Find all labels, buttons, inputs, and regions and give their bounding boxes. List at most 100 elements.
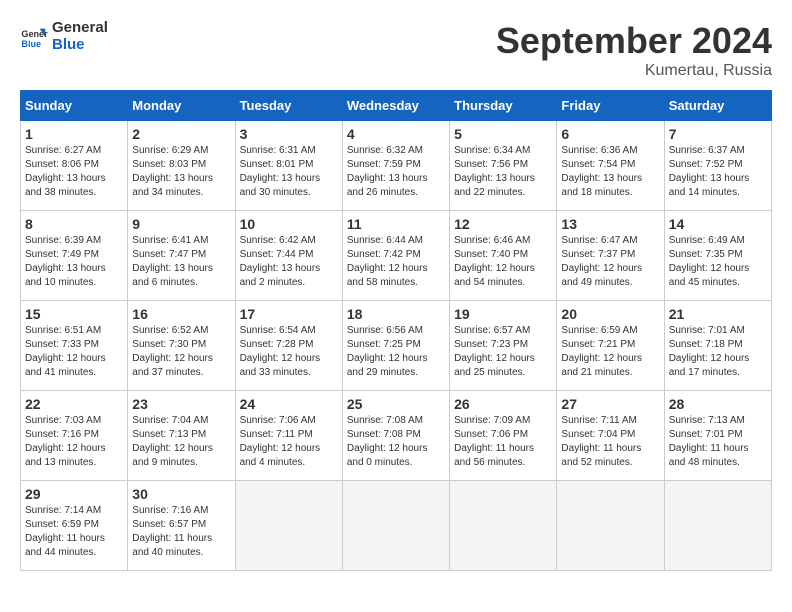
- day-number: 28: [669, 396, 767, 412]
- month-title: September 2024: [496, 20, 772, 62]
- day-number: 16: [132, 306, 230, 322]
- day-info: Sunrise: 7:03 AM Sunset: 7:16 PM Dayligh…: [25, 414, 123, 470]
- calendar-cell: [450, 481, 557, 571]
- calendar-cell: 9 Sunrise: 6:41 AM Sunset: 7:47 PM Daylig…: [128, 211, 235, 301]
- day-info: Sunrise: 6:27 AM Sunset: 8:06 PM Dayligh…: [25, 144, 123, 200]
- day-number: 11: [347, 216, 445, 232]
- day-number: 25: [347, 396, 445, 412]
- day-info: Sunrise: 7:11 AM Sunset: 7:04 PM Dayligh…: [561, 414, 659, 470]
- weekday-header-saturday: Saturday: [664, 91, 771, 121]
- day-number: 4: [347, 126, 445, 142]
- day-number: 22: [25, 396, 123, 412]
- day-info: Sunrise: 7:01 AM Sunset: 7:18 PM Dayligh…: [669, 324, 767, 380]
- calendar-cell: 8 Sunrise: 6:39 AM Sunset: 7:49 PM Daylig…: [21, 211, 128, 301]
- calendar-cell: 21 Sunrise: 7:01 AM Sunset: 7:18 PM Dayli…: [664, 301, 771, 391]
- calendar-cell: 28 Sunrise: 7:13 AM Sunset: 7:01 PM Dayli…: [664, 391, 771, 481]
- day-number: 17: [240, 306, 338, 322]
- day-info: Sunrise: 7:13 AM Sunset: 7:01 PM Dayligh…: [669, 414, 767, 470]
- calendar-cell: 25 Sunrise: 7:08 AM Sunset: 7:08 PM Dayli…: [342, 391, 449, 481]
- title-area: September 2024 Kumertau, Russia: [496, 20, 772, 80]
- calendar-cell: 10 Sunrise: 6:42 AM Sunset: 7:44 PM Dayli…: [235, 211, 342, 301]
- calendar-cell: 3 Sunrise: 6:31 AM Sunset: 8:01 PM Daylig…: [235, 121, 342, 211]
- day-number: 24: [240, 396, 338, 412]
- calendar-cell: 14 Sunrise: 6:49 AM Sunset: 7:35 PM Dayli…: [664, 211, 771, 301]
- calendar-cell: 30 Sunrise: 7:16 AM Sunset: 6:57 PM Dayli…: [128, 481, 235, 571]
- logo-icon: General Blue: [20, 23, 48, 51]
- day-info: Sunrise: 6:41 AM Sunset: 7:47 PM Dayligh…: [132, 234, 230, 290]
- day-number: 30: [132, 486, 230, 502]
- calendar-cell: 6Sunrise: 6:36 AM Sunset: 7:54 PM Daylig…: [557, 121, 664, 211]
- day-number: 26: [454, 396, 552, 412]
- day-info: Sunrise: 6:44 AM Sunset: 7:42 PM Dayligh…: [347, 234, 445, 290]
- day-number: 21: [669, 306, 767, 322]
- day-info: Sunrise: 6:46 AM Sunset: 7:40 PM Dayligh…: [454, 234, 552, 290]
- day-info: Sunrise: 7:16 AM Sunset: 6:57 PM Dayligh…: [132, 504, 230, 560]
- day-number: 14: [669, 216, 767, 232]
- day-info: Sunrise: 7:06 AM Sunset: 7:11 PM Dayligh…: [240, 414, 338, 470]
- day-info: Sunrise: 6:32 AM Sunset: 7:59 PM Dayligh…: [347, 144, 445, 200]
- day-number: 20: [561, 306, 659, 322]
- calendar-cell: 5 Sunrise: 6:34 AM Sunset: 7:56 PM Daylig…: [450, 121, 557, 211]
- day-number: 8: [25, 216, 123, 232]
- calendar-cell: 29 Sunrise: 7:14 AM Sunset: 6:59 PM Dayli…: [21, 481, 128, 571]
- day-info: Sunrise: 6:52 AM Sunset: 7:30 PM Dayligh…: [132, 324, 230, 380]
- day-info: Sunrise: 6:56 AM Sunset: 7:25 PM Dayligh…: [347, 324, 445, 380]
- day-info: Sunrise: 6:31 AM Sunset: 8:01 PM Dayligh…: [240, 144, 338, 200]
- day-number: 9: [132, 216, 230, 232]
- day-info: Sunrise: 7:08 AM Sunset: 7:08 PM Dayligh…: [347, 414, 445, 470]
- day-number: 23: [132, 396, 230, 412]
- day-info: Sunrise: 6:34 AM Sunset: 7:56 PM Dayligh…: [454, 144, 552, 200]
- calendar-cell: 27Sunrise: 7:11 AM Sunset: 7:04 PM Dayli…: [557, 391, 664, 481]
- day-number: 29: [25, 486, 123, 502]
- calendar-cell: 24 Sunrise: 7:06 AM Sunset: 7:11 PM Dayli…: [235, 391, 342, 481]
- day-number: 7: [669, 126, 767, 142]
- day-info: Sunrise: 6:47 AM Sunset: 7:37 PM Dayligh…: [561, 234, 659, 290]
- day-info: Sunrise: 6:36 AM Sunset: 7:54 PM Dayligh…: [561, 144, 659, 200]
- logo: General Blue General Blue: [20, 20, 108, 53]
- calendar-cell: 19 Sunrise: 6:57 AM Sunset: 7:23 PM Dayli…: [450, 301, 557, 391]
- weekday-header-wednesday: Wednesday: [342, 91, 449, 121]
- day-info: Sunrise: 6:42 AM Sunset: 7:44 PM Dayligh…: [240, 234, 338, 290]
- calendar-cell: 22 Sunrise: 7:03 AM Sunset: 7:16 PM Dayli…: [21, 391, 128, 481]
- weekday-header-thursday: Thursday: [450, 91, 557, 121]
- calendar-cell: 11 Sunrise: 6:44 AM Sunset: 7:42 PM Dayli…: [342, 211, 449, 301]
- day-info: Sunrise: 6:54 AM Sunset: 7:28 PM Dayligh…: [240, 324, 338, 380]
- calendar-cell: 15 Sunrise: 6:51 AM Sunset: 7:33 PM Dayli…: [21, 301, 128, 391]
- day-info: Sunrise: 7:04 AM Sunset: 7:13 PM Dayligh…: [132, 414, 230, 470]
- weekday-header-tuesday: Tuesday: [235, 91, 342, 121]
- day-number: 1: [25, 126, 123, 142]
- weekday-header-monday: Monday: [128, 91, 235, 121]
- day-number: 10: [240, 216, 338, 232]
- calendar-cell: 12 Sunrise: 6:46 AM Sunset: 7:40 PM Dayli…: [450, 211, 557, 301]
- calendar-cell: 2Sunrise: 6:29 AM Sunset: 8:03 PM Daylig…: [128, 121, 235, 211]
- day-info: Sunrise: 7:09 AM Sunset: 7:06 PM Dayligh…: [454, 414, 552, 470]
- day-info: Sunrise: 6:57 AM Sunset: 7:23 PM Dayligh…: [454, 324, 552, 380]
- calendar-cell: 23 Sunrise: 7:04 AM Sunset: 7:13 PM Dayli…: [128, 391, 235, 481]
- day-number: 13: [561, 216, 659, 232]
- location: Kumertau, Russia: [496, 62, 772, 80]
- calendar-cell: 26 Sunrise: 7:09 AM Sunset: 7:06 PM Dayli…: [450, 391, 557, 481]
- calendar-cell: 13 Sunrise: 6:47 AM Sunset: 7:37 PM Dayli…: [557, 211, 664, 301]
- calendar-cell: [342, 481, 449, 571]
- svg-text:Blue: Blue: [21, 38, 41, 48]
- day-number: 15: [25, 306, 123, 322]
- day-number: 12: [454, 216, 552, 232]
- day-number: 5: [454, 126, 552, 142]
- day-number: 3: [240, 126, 338, 142]
- day-info: Sunrise: 6:51 AM Sunset: 7:33 PM Dayligh…: [25, 324, 123, 380]
- weekday-header-friday: Friday: [557, 91, 664, 121]
- calendar-cell: 17 Sunrise: 6:54 AM Sunset: 7:28 PM Dayli…: [235, 301, 342, 391]
- day-info: Sunrise: 7:14 AM Sunset: 6:59 PM Dayligh…: [25, 504, 123, 560]
- header: General Blue General Blue September 2024…: [20, 20, 772, 80]
- calendar-cell: 18 Sunrise: 6:56 AM Sunset: 7:25 PM Dayli…: [342, 301, 449, 391]
- day-info: Sunrise: 6:39 AM Sunset: 7:49 PM Dayligh…: [25, 234, 123, 290]
- day-number: 19: [454, 306, 552, 322]
- day-number: 18: [347, 306, 445, 322]
- calendar-cell: 16 Sunrise: 6:52 AM Sunset: 7:30 PM Dayli…: [128, 301, 235, 391]
- calendar-cell: 4 Sunrise: 6:32 AM Sunset: 7:59 PM Daylig…: [342, 121, 449, 211]
- calendar-cell: [235, 481, 342, 571]
- calendar-cell: 20Sunrise: 6:59 AM Sunset: 7:21 PM Dayli…: [557, 301, 664, 391]
- day-info: Sunrise: 6:49 AM Sunset: 7:35 PM Dayligh…: [669, 234, 767, 290]
- day-number: 2: [132, 126, 230, 142]
- calendar-cell: [664, 481, 771, 571]
